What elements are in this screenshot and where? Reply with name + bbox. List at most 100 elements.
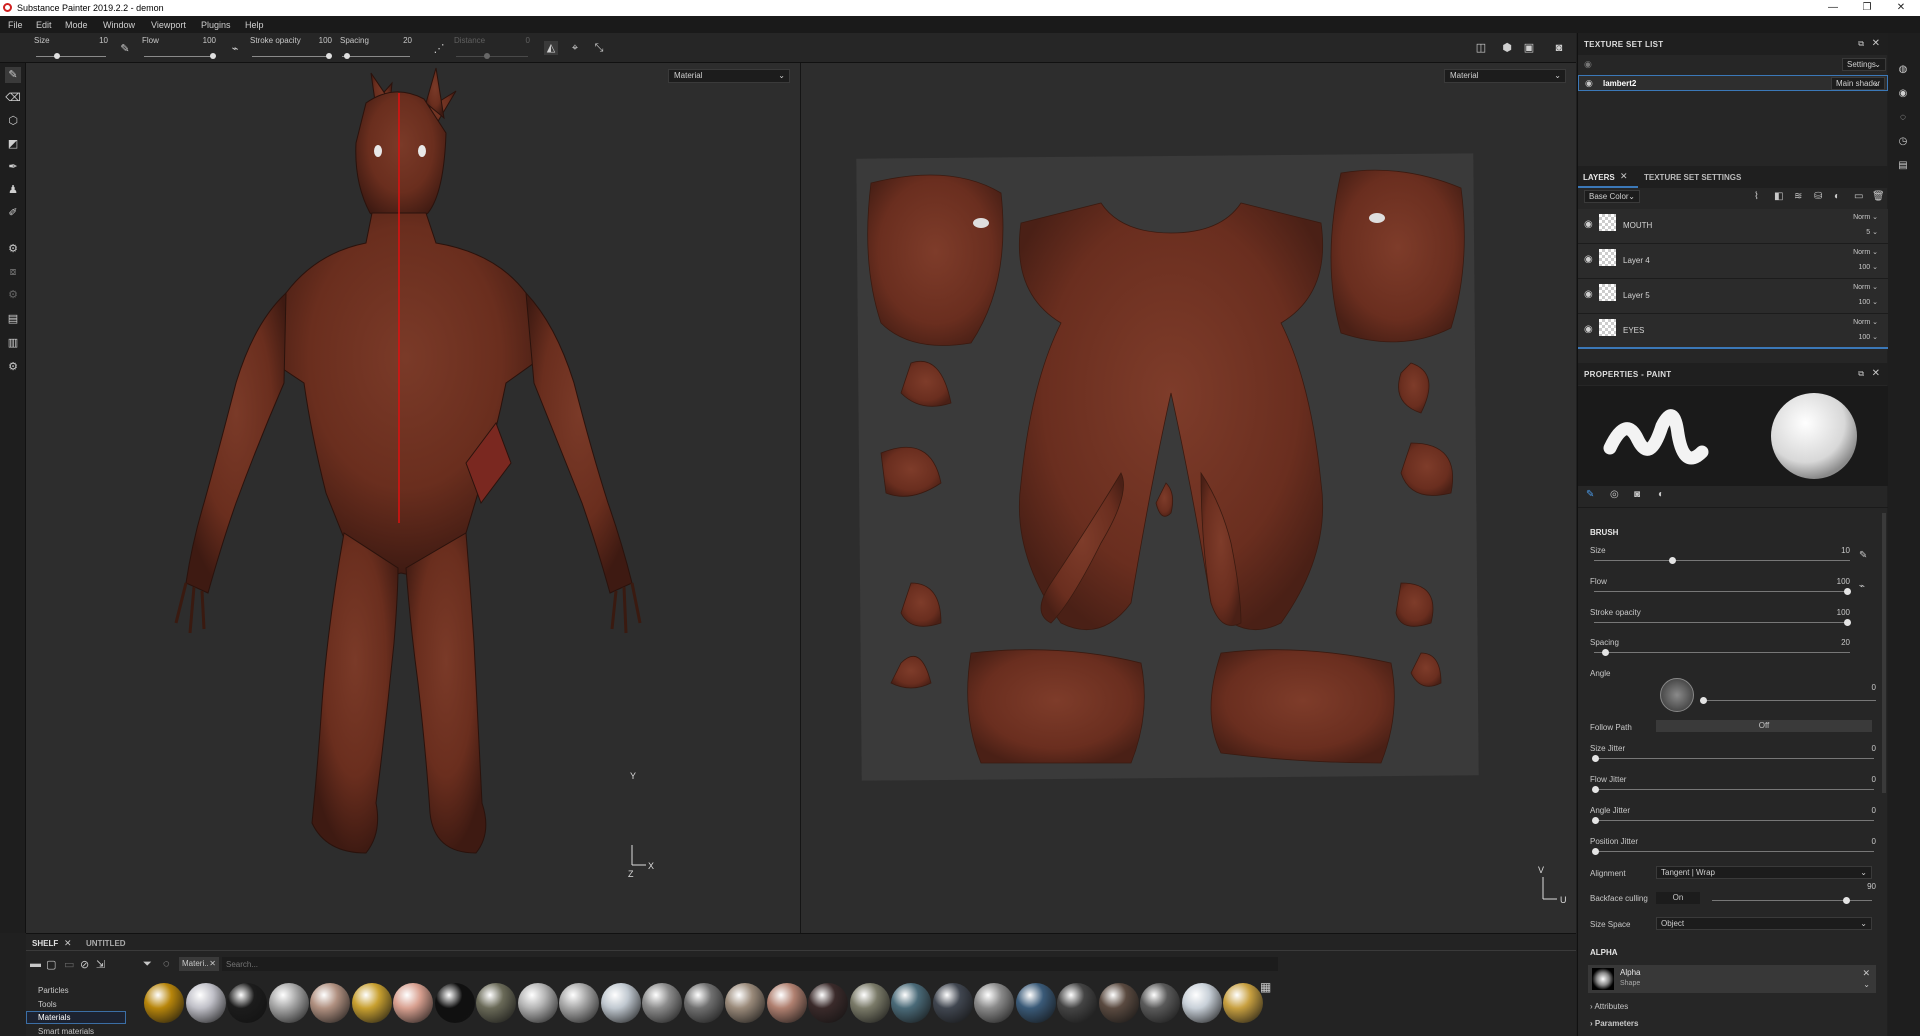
- minimize-button[interactable]: —: [1818, 1, 1848, 15]
- eye-icon[interactable]: ◉: [1584, 219, 1593, 230]
- history-icon[interactable]: ◷: [1896, 135, 1910, 149]
- add-folder-icon[interactable]: ▭: [1854, 191, 1863, 202]
- close-icon[interactable]: ✕: [1872, 368, 1880, 379]
- property-flow-jitter-slider[interactable]: Flow Jitter 0: [1590, 775, 1876, 801]
- menu-file[interactable]: File: [8, 20, 23, 30]
- eye-icon[interactable]: ◉: [1584, 59, 1592, 70]
- filter-chip[interactable]: Materi.. ✕: [179, 957, 219, 971]
- material-thumbnail[interactable]: [766, 983, 807, 1023]
- close-icon[interactable]: ✕: [64, 938, 72, 949]
- material-thumbnail[interactable]: [351, 983, 392, 1023]
- material-thumbnail[interactable]: [1140, 983, 1180, 1023]
- shelf-search-input[interactable]: [222, 957, 1278, 971]
- color-picker-icon[interactable]: ✐: [5, 205, 21, 221]
- add-paint-layer-icon[interactable]: ⛁: [1814, 191, 1822, 202]
- material-thumbnail[interactable]: [1223, 983, 1263, 1023]
- shelf-category-smart-materials[interactable]: Smart materials: [38, 1027, 94, 1036]
- toolbar-size-slider[interactable]: Size 10: [34, 36, 108, 60]
- property-size-jitter-slider[interactable]: Size Jitter 0: [1590, 744, 1876, 770]
- material-thumbnail[interactable]: [1057, 983, 1097, 1023]
- viewport-3d[interactable]: Material ⌄ Y X Z: [26, 63, 800, 933]
- material-thumbnail[interactable]: [808, 983, 848, 1023]
- material-thumbnail[interactable]: [434, 983, 475, 1023]
- menu-edit[interactable]: Edit: [36, 20, 52, 30]
- texture-set-item[interactable]: ◉ lambert2 Main shader ⌄: [1578, 75, 1888, 91]
- material-thumbnail[interactable]: [185, 983, 226, 1023]
- layer-opacity[interactable]: 100 ⌄: [1859, 333, 1879, 341]
- material-thumbnail[interactable]: [517, 983, 558, 1023]
- blend-mode-dropdown[interactable]: Norm ⌄: [1853, 283, 1878, 291]
- material-thumbnail[interactable]: [683, 983, 724, 1023]
- material-thumbnail[interactable]: [1015, 983, 1056, 1023]
- pen-pressure-icon[interactable]: ⌁: [228, 42, 242, 56]
- material-thumbnail[interactable]: [974, 983, 1014, 1023]
- pin-icon[interactable]: ⧉: [1858, 369, 1864, 379]
- new-folder-icon[interactable]: ▢: [46, 958, 56, 971]
- parameters-section[interactable]: › Parameters: [1590, 1019, 1638, 1028]
- texture-set-settings-dropdown[interactable]: Settings ⌄: [1842, 58, 1886, 71]
- material-thumbnail[interactable]: [268, 983, 309, 1023]
- material-thumbnail[interactable]: [310, 983, 350, 1023]
- eraser-icon[interactable]: ⌫: [5, 90, 21, 106]
- property-stroke-opacity-slider[interactable]: Stroke opacity 100: [1590, 608, 1876, 634]
- layer-opacity[interactable]: 5 ⌄: [1866, 228, 1878, 236]
- shelf-category-materials[interactable]: Materials: [38, 1013, 70, 1022]
- settings-icon[interactable]: ⚙: [5, 287, 21, 303]
- close-icon[interactable]: ✕: [209, 957, 216, 971]
- smudge-icon[interactable]: ✒: [5, 159, 21, 175]
- backface-culling-toggle[interactable]: On: [1656, 892, 1700, 904]
- import-icon[interactable]: ⇲: [96, 958, 105, 971]
- polygon-fill-icon[interactable]: ◩: [5, 136, 21, 152]
- property-size-space[interactable]: Size Space Object ⌄: [1590, 917, 1876, 943]
- stencil-tab-icon[interactable]: ◐: [1658, 489, 1664, 500]
- refresh-icon[interactable]: ◌: [163, 958, 170, 970]
- material-thumbnail[interactable]: [642, 983, 682, 1023]
- projection-icon[interactable]: ⬡: [5, 113, 21, 129]
- menu-viewport[interactable]: Viewport: [151, 20, 186, 30]
- viewport-2d[interactable]: Material ⌄ V U: [801, 63, 1576, 933]
- display-settings-icon[interactable]: ◉: [1896, 87, 1910, 101]
- add-fill-layer-icon[interactable]: ≋: [1794, 191, 1802, 202]
- toolbar-flow-slider[interactable]: Flow 100: [142, 36, 216, 60]
- property-angle[interactable]: Angle 0: [1590, 669, 1876, 712]
- tab-untitled[interactable]: UNTITLED: [86, 939, 126, 948]
- layer-row[interactable]: ◉ Layer 4 Norm ⌄ 100 ⌄: [1578, 244, 1888, 279]
- layer-row[interactable]: ◉ EYES Norm ⌄ 100 ⌄: [1578, 314, 1888, 349]
- add-mask-icon[interactable]: ◧: [1774, 191, 1783, 202]
- blend-mode-dropdown[interactable]: Norm ⌄: [1853, 248, 1878, 256]
- hide-icon[interactable]: ⊘: [80, 958, 89, 971]
- brush-settings-icon[interactable]: ✎: [118, 42, 132, 56]
- geometry-icon[interactable]: ⧇: [5, 264, 21, 280]
- bake-icon[interactable]: ⚙: [5, 241, 21, 257]
- menu-window[interactable]: Window: [103, 20, 135, 30]
- material-thumbnail[interactable]: [600, 983, 641, 1023]
- toolbar-stroke-opacity-slider[interactable]: Stroke opacity 100: [250, 36, 332, 60]
- material-thumbnail[interactable]: [849, 983, 890, 1023]
- angle-dial[interactable]: [1660, 678, 1694, 712]
- preferences-icon[interactable]: ⚙: [5, 359, 21, 375]
- close-window-button[interactable]: ✕: [1886, 1, 1916, 15]
- eye-icon[interactable]: ◉: [1584, 289, 1593, 300]
- folder-icon[interactable]: ▬: [30, 958, 41, 970]
- material-thumbnail[interactable]: [891, 983, 931, 1023]
- pin-icon[interactable]: ⧉: [1858, 39, 1864, 49]
- pressure-icon[interactable]: ⌁: [1859, 581, 1865, 592]
- alpha-tab-icon[interactable]: ◙: [1634, 489, 1640, 500]
- follow-path-toggle[interactable]: Off: [1656, 720, 1872, 732]
- close-icon[interactable]: ✕: [1872, 38, 1880, 49]
- display-mode-icon[interactable]: ▣: [1522, 41, 1536, 55]
- layer-row[interactable]: ◉ Layer 5 Norm ⌄ 100 ⌄: [1578, 279, 1888, 314]
- lazy-mouse-icon[interactable]: ⋰: [432, 42, 446, 56]
- alpha-slot[interactable]: Alpha Shape ✕ ⌄: [1588, 965, 1876, 993]
- menu-mode[interactable]: Mode: [65, 20, 88, 30]
- log-icon[interactable]: ▤: [1896, 159, 1910, 173]
- close-icon[interactable]: ✕: [1862, 968, 1870, 979]
- material-thumbnail[interactable]: [476, 983, 516, 1023]
- menu-plugins[interactable]: Plugins: [201, 20, 231, 30]
- size-space-dropdown[interactable]: Object ⌄: [1656, 917, 1872, 930]
- material-thumbnail[interactable]: [227, 983, 267, 1023]
- material-thumbnail[interactable]: [144, 983, 184, 1023]
- material-tab-icon[interactable]: ◎: [1610, 489, 1619, 500]
- add-smart-material-icon[interactable]: ◐: [1834, 191, 1840, 202]
- toolbar-spacing-slider[interactable]: Spacing 20: [340, 36, 412, 60]
